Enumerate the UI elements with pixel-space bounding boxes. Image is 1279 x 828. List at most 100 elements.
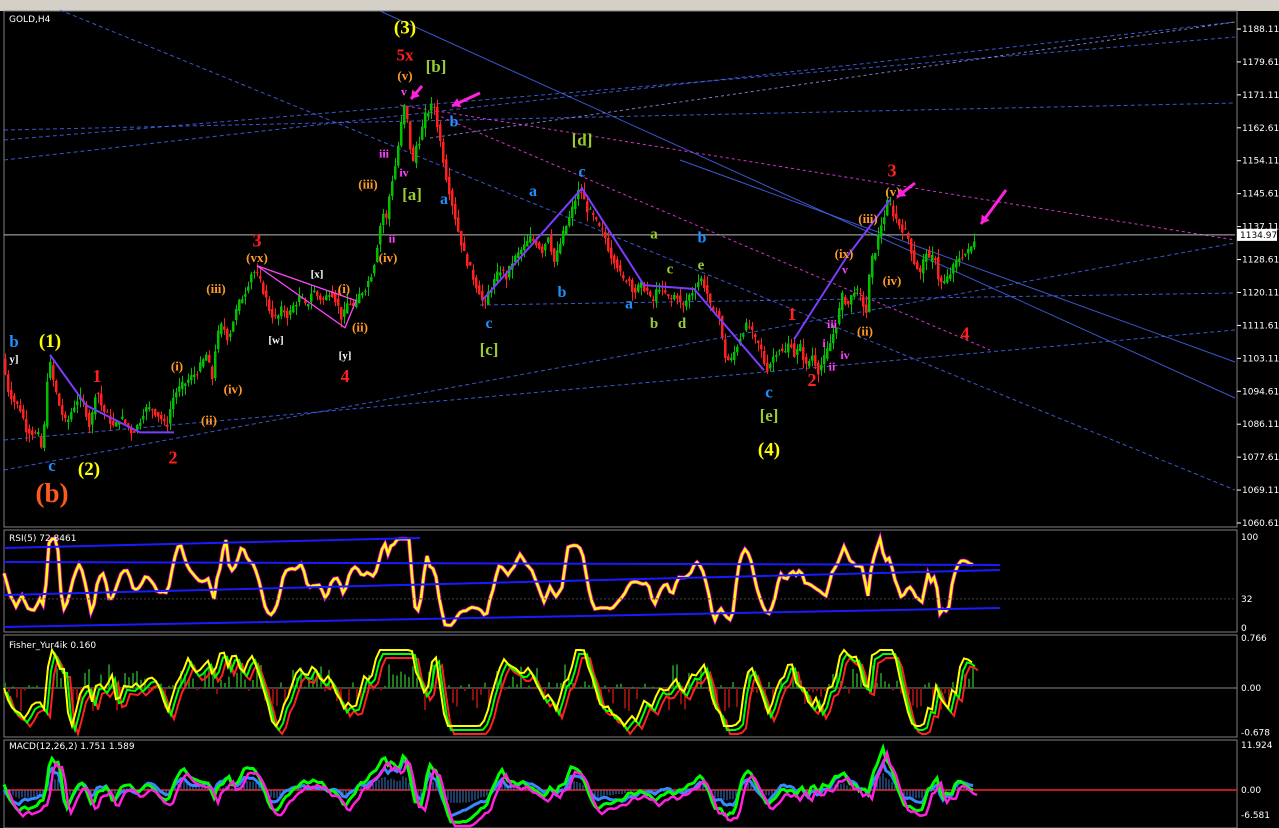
candle-body <box>838 308 841 324</box>
wave-label: y] <box>9 354 18 366</box>
wave-label: (iii) <box>206 281 226 296</box>
candle-body <box>133 431 136 433</box>
fisher-bar <box>24 688 26 691</box>
candle-body <box>556 250 559 262</box>
fisher-bar <box>972 667 974 688</box>
wave-label: [w] <box>268 334 283 346</box>
candle-body <box>430 103 433 111</box>
candle-body <box>787 343 790 353</box>
candle-body <box>271 309 274 318</box>
wave-label: (v) <box>397 68 412 83</box>
wave-label: 4 <box>341 366 350 386</box>
candle-body <box>40 436 43 448</box>
candle-body <box>235 308 238 321</box>
candle-body <box>607 238 610 252</box>
wave-label: 4 <box>961 323 970 343</box>
candle-body <box>226 329 229 341</box>
candle-body <box>649 291 652 296</box>
candle-body <box>367 280 370 288</box>
wave-label: b <box>650 316 658 332</box>
candle-body <box>388 196 391 220</box>
rsi-panel[interactable] <box>3 529 1238 633</box>
candle-body <box>370 277 373 282</box>
wave-label: (ii) <box>201 413 217 428</box>
candle-body <box>247 286 250 291</box>
wave-label: b <box>450 113 459 130</box>
candle-body <box>175 392 178 398</box>
candle-body <box>769 363 772 369</box>
candle-body <box>172 397 175 410</box>
fisher-bar <box>616 684 618 688</box>
fisher-bar <box>532 688 534 690</box>
candle-body <box>43 424 46 448</box>
candle-body <box>541 246 544 254</box>
candle-body <box>115 421 118 427</box>
candle-body <box>766 362 769 372</box>
fisher-bar <box>944 688 946 694</box>
fisher-bar <box>472 688 474 701</box>
candle-body <box>697 282 700 288</box>
fisher-bar <box>76 688 78 700</box>
price-tick-label: 1145.61 <box>1242 190 1279 200</box>
candle-body <box>274 314 277 317</box>
candle-body <box>25 418 28 433</box>
fisher-bar <box>376 687 378 688</box>
candle-body <box>418 143 421 146</box>
fisher-bar <box>224 682 226 688</box>
fisher-bar <box>928 682 930 688</box>
candle-body <box>937 257 940 280</box>
indicator-tick-label: -6.581 <box>1241 811 1270 821</box>
candle-body <box>958 258 961 262</box>
candle-body <box>793 343 796 357</box>
candle-body <box>949 274 952 279</box>
fisher-bar <box>732 682 734 688</box>
wave-label: iii <box>379 146 390 160</box>
chart-window[interactable]: (3)5x(v)v[b]biiiiv(iii)[a] aii(iv)3(vx)[x… <box>0 0 1279 828</box>
candle-body <box>883 217 886 225</box>
candle-body <box>550 234 553 252</box>
fisher-bar <box>516 684 518 688</box>
fisher-bar <box>620 683 622 688</box>
fisher-bar <box>12 686 14 688</box>
fisher-title: Fisher_Yur4ik 0.160 <box>9 641 96 651</box>
candle-body <box>916 261 919 270</box>
candle-body <box>178 386 181 392</box>
fisher-bar <box>416 677 418 688</box>
candle-body <box>289 310 292 315</box>
candle-body <box>250 274 253 283</box>
candle-body <box>10 389 13 400</box>
price-tick-label: 1162.61 <box>1242 124 1279 134</box>
candle-body <box>745 322 748 331</box>
wave-label: ii <box>389 232 396 246</box>
wave-label: d <box>678 316 687 332</box>
wave-label: 1 <box>788 304 797 324</box>
fisher-bar <box>84 672 86 688</box>
candle-body <box>214 351 217 379</box>
candle-body <box>847 300 850 305</box>
candle-body <box>781 348 784 351</box>
fisher-bar <box>452 688 454 703</box>
fisher-bar <box>28 685 30 688</box>
fisher-bar <box>200 688 202 689</box>
price-tick-label: 1154.11 <box>1242 157 1279 167</box>
candle-body <box>181 381 184 389</box>
candle-body <box>55 380 58 393</box>
candle-body <box>136 424 139 430</box>
top-strip <box>0 0 1279 11</box>
fisher-bar <box>392 674 394 688</box>
candle-body <box>454 203 457 220</box>
candle-body <box>478 285 481 295</box>
fisher-bar <box>848 688 850 694</box>
candle-body <box>568 216 571 226</box>
fisher-bar <box>880 673 882 688</box>
candle-body <box>628 278 631 281</box>
wave-label: (iv) <box>379 250 398 265</box>
candle-body <box>733 351 736 361</box>
candle-body <box>193 374 196 378</box>
candle-body <box>220 323 223 335</box>
candle-body <box>586 201 589 213</box>
candle-body <box>313 290 316 293</box>
candle-body <box>841 292 844 311</box>
wave-label: a <box>440 191 448 208</box>
fisher-bar <box>656 687 658 688</box>
